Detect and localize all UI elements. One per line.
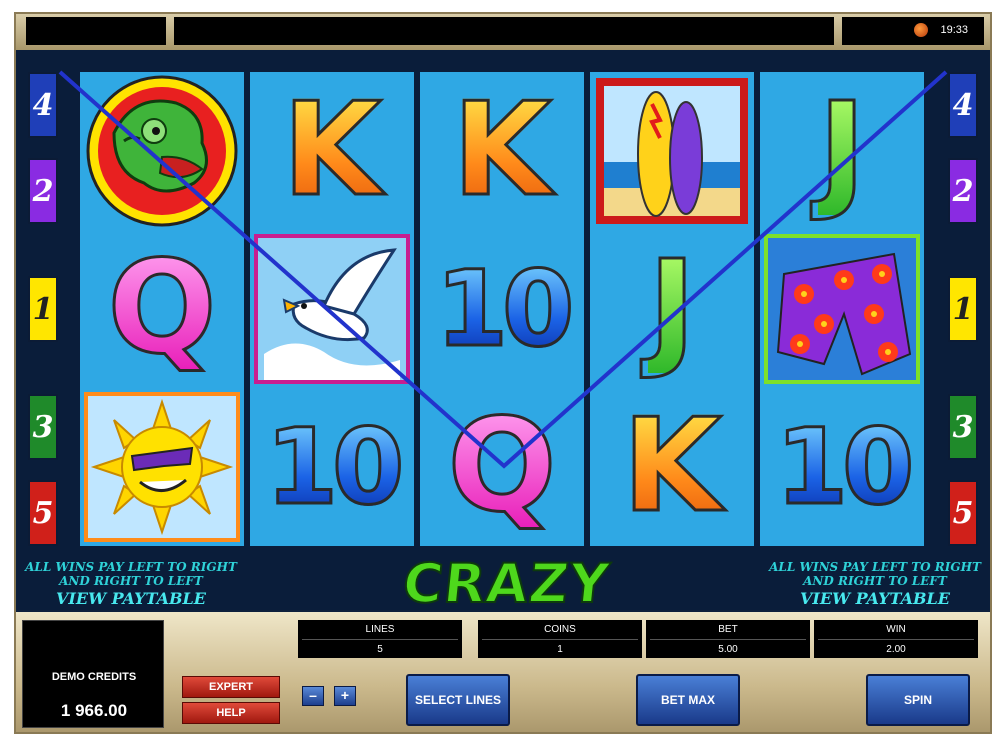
symbol-k: K bbox=[451, 76, 553, 225]
top-bar-message bbox=[174, 17, 834, 45]
symbol-surfboards bbox=[590, 72, 754, 230]
increase-lines-button[interactable]: + bbox=[334, 686, 356, 706]
reel-3: K 10 Q bbox=[420, 72, 584, 546]
expert-button[interactable]: EXPERT bbox=[182, 676, 280, 698]
symbol-chameleon bbox=[80, 72, 244, 230]
bet-display: BET 5.00 bbox=[646, 620, 810, 658]
rule-text-right: ALL WINS PAY LEFT TO RIGHT AND RIGHT TO … bbox=[760, 560, 990, 610]
rule-line-1: ALL WINS PAY LEFT TO RIGHT bbox=[25, 560, 237, 574]
rule-line-1: ALL WINS PAY LEFT TO RIGHT bbox=[769, 560, 981, 574]
top-bar: 19:33 bbox=[16, 14, 990, 50]
reel-4: J K bbox=[590, 72, 754, 546]
symbol-10: 10 bbox=[264, 406, 406, 528]
line-marker-left-5: 5 bbox=[28, 480, 58, 546]
view-paytable-right[interactable]: VIEW PAYTABLE bbox=[760, 588, 990, 610]
spin-button[interactable]: SPIN bbox=[866, 674, 970, 726]
shorts-icon bbox=[764, 234, 920, 384]
seagull-icon bbox=[254, 234, 410, 384]
symbol-q: Q bbox=[446, 392, 558, 541]
symbol-10: 10 bbox=[434, 248, 576, 370]
top-bar-slot-left bbox=[26, 17, 166, 45]
sun-icon bbox=[84, 392, 240, 542]
symbol-sun bbox=[80, 388, 244, 546]
rule-line-2: AND RIGHT TO LEFT bbox=[59, 574, 203, 588]
symbol-k: K bbox=[621, 392, 723, 541]
symbol-10: 10 bbox=[774, 406, 916, 528]
coins-value: 1 bbox=[557, 644, 563, 655]
lines-label: LINES bbox=[365, 624, 395, 635]
surfboards-icon bbox=[596, 78, 748, 224]
line-marker-right-2: 2 bbox=[948, 158, 978, 224]
line-marker-right-5: 5 bbox=[948, 480, 978, 546]
bet-max-button[interactable]: BET MAX bbox=[636, 674, 740, 726]
win-display: WIN 2.00 bbox=[814, 620, 978, 658]
rule-text-left: ALL WINS PAY LEFT TO RIGHT AND RIGHT TO … bbox=[16, 560, 246, 610]
win-label: WIN bbox=[886, 624, 906, 635]
reel-2: K 10 bbox=[250, 72, 414, 546]
lines-value: 5 bbox=[377, 644, 383, 655]
line-marker-right-3: 3 bbox=[948, 394, 978, 460]
control-panel: DEMO CREDITS 1 966.00 EXPERT HELP – + LI… bbox=[16, 612, 990, 732]
lines-display: LINES 5 bbox=[298, 620, 462, 658]
line-marker-left-1: 1 bbox=[28, 276, 58, 342]
symbol-k: K bbox=[281, 76, 383, 225]
coins-label: COINS bbox=[544, 624, 576, 635]
win-value: 2.00 bbox=[886, 644, 906, 655]
alarm-icon bbox=[914, 23, 928, 37]
game-window: 19:33 4 2 1 3 5 4 2 1 3 5 Q K 10 K 10 Q … bbox=[14, 12, 992, 734]
banner: ALL WINS PAY LEFT TO RIGHT AND RIGHT TO … bbox=[16, 551, 990, 679]
bet-value: 5.00 bbox=[718, 644, 738, 655]
reel-area: 4 2 1 3 5 4 2 1 3 5 Q K 10 K 10 Q J K J … bbox=[16, 50, 990, 560]
symbol-j: J bbox=[817, 76, 868, 225]
view-paytable-left[interactable]: VIEW PAYTABLE bbox=[16, 588, 246, 610]
decrease-lines-button[interactable]: – bbox=[302, 686, 324, 706]
credits-display: DEMO CREDITS 1 966.00 bbox=[22, 620, 164, 728]
symbol-q: Q bbox=[106, 234, 218, 383]
reel-1: Q bbox=[80, 72, 244, 546]
rule-line-2: AND RIGHT TO LEFT bbox=[803, 574, 947, 588]
symbol-shorts bbox=[760, 230, 924, 388]
line-marker-right-1: 1 bbox=[948, 276, 978, 342]
line-marker-right-4: 4 bbox=[948, 72, 978, 138]
credits-label: DEMO CREDITS bbox=[51, 671, 137, 683]
credits-value: 1 966.00 bbox=[60, 701, 128, 720]
clock: 19:33 bbox=[940, 24, 968, 36]
symbol-j: J bbox=[647, 234, 698, 383]
reel-5: J 10 bbox=[760, 72, 924, 546]
coins-display: COINS 1 bbox=[478, 620, 642, 658]
chameleon-icon bbox=[86, 75, 238, 227]
symbol-seagull bbox=[250, 230, 414, 388]
help-button[interactable]: HELP bbox=[182, 702, 280, 724]
bet-label: BET bbox=[718, 624, 738, 635]
select-lines-button[interactable]: SELECT LINES bbox=[406, 674, 510, 726]
line-marker-left-2: 2 bbox=[28, 158, 58, 224]
line-marker-left-4: 4 bbox=[28, 72, 58, 138]
line-marker-left-3: 3 bbox=[28, 394, 58, 460]
